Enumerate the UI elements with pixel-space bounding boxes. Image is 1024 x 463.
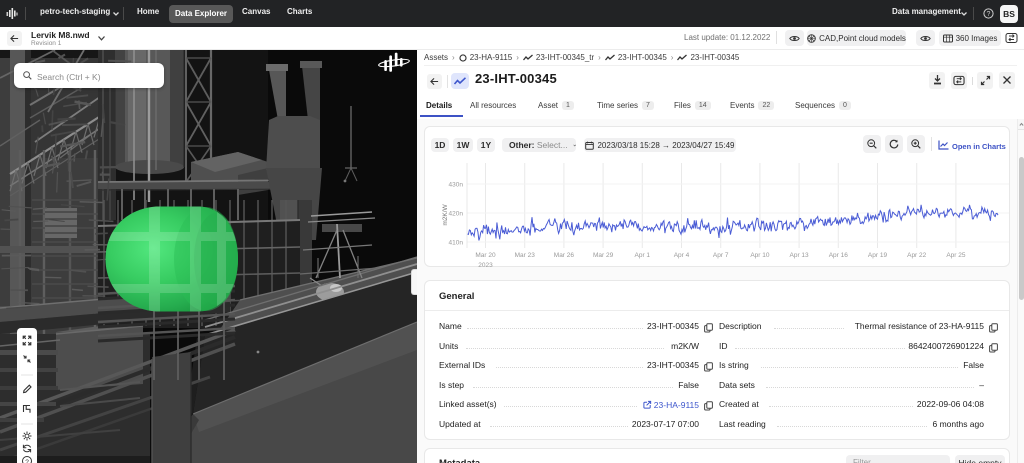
svg-text:Apr 7: Apr 7 bbox=[713, 252, 729, 259]
svg-text:Apr 10: Apr 10 bbox=[750, 252, 770, 259]
svg-text:m2K/W: m2K/W bbox=[442, 203, 449, 225]
svg-text:Apr 13: Apr 13 bbox=[790, 252, 810, 259]
svg-text:Apr 22: Apr 22 bbox=[907, 252, 927, 259]
svg-text:Mar 20: Mar 20 bbox=[475, 252, 496, 259]
svg-text:?: ? bbox=[987, 11, 991, 18]
svg-text:Mar 29: Mar 29 bbox=[593, 252, 614, 259]
svg-text:420n: 420n bbox=[449, 211, 464, 218]
svg-text:Apr 4: Apr 4 bbox=[674, 252, 690, 259]
svg-text:Apr 25: Apr 25 bbox=[946, 252, 966, 259]
svg-text:?: ? bbox=[25, 459, 29, 463]
svg-text:Mar 23: Mar 23 bbox=[515, 252, 536, 259]
svg-text:430n: 430n bbox=[449, 182, 464, 189]
svg-text:Mar 26: Mar 26 bbox=[554, 252, 575, 259]
svg-text:Apr 19: Apr 19 bbox=[868, 252, 888, 259]
svg-text:Apr 16: Apr 16 bbox=[829, 252, 849, 259]
svg-text:2023: 2023 bbox=[478, 262, 493, 268]
svg-text:Apr 1: Apr 1 bbox=[635, 252, 651, 259]
svg-text:410n: 410n bbox=[449, 240, 464, 247]
